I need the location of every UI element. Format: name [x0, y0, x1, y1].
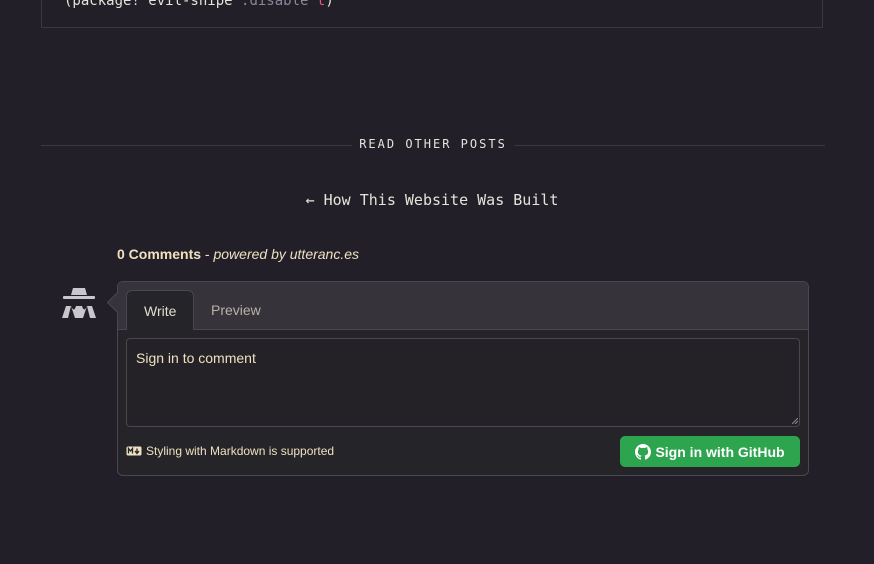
divider-label: READ OTHER POSTS — [359, 137, 507, 151]
comment-box: Write Preview Sign in to comment Styling… — [117, 281, 809, 476]
read-other-posts-divider: READ OTHER POSTS — [41, 137, 825, 151]
code-prefix: (package! evil-snipe — [64, 0, 242, 9]
comment-count-separator: - — [201, 246, 214, 262]
markdown-help-link[interactable]: Styling with Markdown is supported — [126, 444, 334, 458]
code-keyword: :disable — [241, 0, 309, 9]
code-block: (package! evil-snipe :disable t) — [41, 0, 823, 28]
comment-tab-header: Write Preview — [118, 282, 808, 330]
comment-count-label: 0 Comments — [117, 246, 202, 262]
arrow-left-icon: ← — [305, 191, 315, 209]
page: (package! evil-snipe :disable t) READ OT… — [0, 0, 874, 564]
tab-preview[interactable]: Preview — [194, 290, 278, 330]
previous-post-link[interactable]: ← How This Website Was Built — [0, 191, 864, 209]
powered-by-link[interactable]: powered by utteranc.es — [213, 246, 359, 262]
code-suffix: ) — [325, 0, 334, 9]
sign-in-label: Sign in with GitHub — [655, 443, 785, 460]
comment-count: 0 Comments - powered by utteranc.es — [117, 246, 359, 262]
code-value: t — [308, 0, 326, 9]
markdown-note-label: Styling with Markdown is supported — [146, 444, 335, 458]
markdown-icon — [126, 446, 142, 456]
tab-write[interactable]: Write — [126, 290, 195, 330]
sign-in-with-github-button[interactable]: Sign in with GitHub — [620, 436, 800, 467]
resize-grip-icon[interactable] — [792, 418, 798, 424]
comment-textarea[interactable]: Sign in to comment — [126, 338, 800, 427]
github-icon — [635, 443, 652, 460]
anonymous-avatar-icon — [62, 288, 96, 318]
code-line: (package! evil-snipe :disable t) — [64, 0, 334, 9]
previous-post-title: How This Website Was Built — [323, 191, 559, 209]
